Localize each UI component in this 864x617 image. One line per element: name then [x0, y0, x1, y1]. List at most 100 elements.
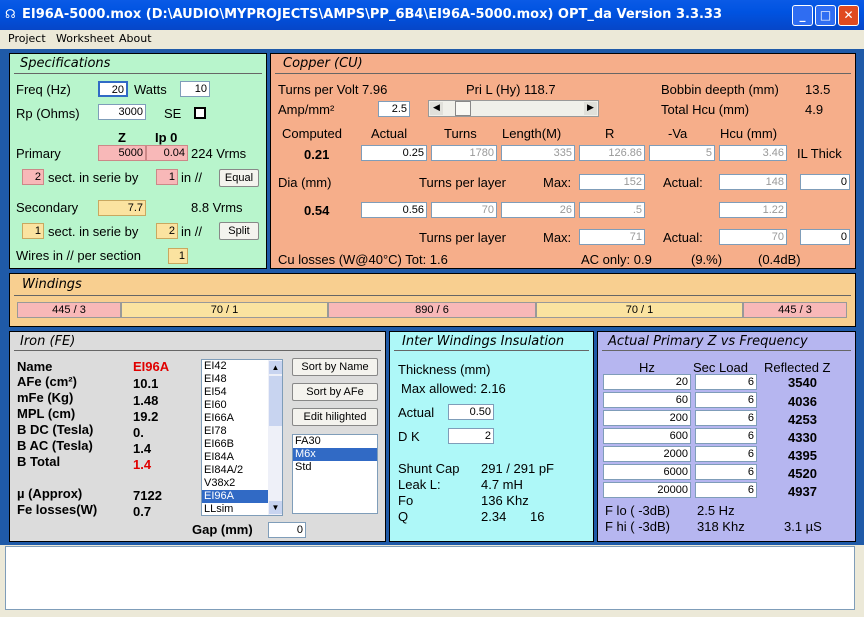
- specifications-title: Specifications: [20, 56, 111, 71]
- wires-label: Wires in // per section: [16, 248, 141, 263]
- material-list-item[interactable]: FA30: [293, 435, 377, 448]
- fhi-value: 318 Khz: [697, 519, 745, 534]
- primary-sect-input[interactable]: 2: [22, 169, 44, 185]
- gap-label: Gap (mm): [192, 522, 253, 537]
- material-list-item-selected[interactable]: M6x: [293, 448, 377, 461]
- minimize-button[interactable]: _: [792, 5, 813, 26]
- freq-hz-input[interactable]: 2000: [603, 446, 691, 462]
- iron-title: Iron (FE): [20, 334, 76, 349]
- primary-sect-text: sect. in serie by: [48, 170, 139, 185]
- sort-by-afe-button[interactable]: Sort by AFe: [292, 383, 378, 401]
- secondary-computed: 0.54: [304, 203, 330, 218]
- secondary-z-input[interactable]: 7.7: [98, 200, 146, 216]
- menu-about[interactable]: About: [119, 32, 152, 45]
- sec-load-input[interactable]: 6: [695, 482, 757, 498]
- sort-by-name-button[interactable]: Sort by Name: [292, 358, 378, 376]
- turns-header: Turns: [444, 126, 477, 141]
- secondary-max-label: Max:: [543, 230, 572, 245]
- afe-label: AFe (cm²): [17, 374, 77, 389]
- menu-worksheet[interactable]: Worksheet: [56, 32, 114, 45]
- actual-header: Actual: [371, 126, 408, 141]
- freq-input[interactable]: 20: [98, 81, 128, 97]
- ac-only: AC only: 0.9: [581, 252, 652, 267]
- scroll-thumb[interactable]: [269, 376, 282, 426]
- freq-hz-input[interactable]: 20000: [603, 482, 691, 498]
- dk-input[interactable]: 2: [448, 428, 494, 444]
- secondary-actual-input[interactable]: 0.56: [361, 202, 427, 218]
- freq-hz-input[interactable]: 6000: [603, 464, 691, 480]
- core-list[interactable]: EI42 EI48 EI54 EI60 EI66A EI78 EI66B EI8…: [201, 359, 283, 516]
- rp-input[interactable]: 3000: [98, 104, 146, 120]
- material-list[interactable]: FA30 M6x Std: [292, 434, 378, 514]
- close-button[interactable]: ✕: [838, 5, 859, 26]
- btotal-value: 1.4: [133, 457, 152, 472]
- winding-cell: 445 / 3: [743, 302, 847, 318]
- freq-response-title: Actual Primary Z vs Frequency: [608, 334, 808, 349]
- freq-hz-input[interactable]: 200: [603, 410, 691, 426]
- secondary-il-input[interactable]: 0: [800, 229, 850, 245]
- bobbin-value: 13.5: [805, 82, 831, 97]
- ip0-header: Ip 0: [155, 130, 178, 145]
- thickness-label: Thickness (mm): [398, 362, 491, 377]
- sec-load-input[interactable]: 6: [695, 410, 757, 426]
- insulation-actual-input[interactable]: 0.50: [448, 404, 494, 420]
- sec-load-input[interactable]: 6: [695, 374, 757, 390]
- se-checkbox[interactable]: [194, 107, 206, 119]
- scroll-down-arrow[interactable]: ▼: [269, 501, 282, 514]
- edit-hilighted-button[interactable]: Edit hilighted: [292, 408, 378, 426]
- il-thick-header: IL Thick: [797, 146, 842, 161]
- sec-load-input[interactable]: 6: [695, 392, 757, 408]
- primary-par-input[interactable]: 1: [156, 169, 178, 185]
- primary-z-input[interactable]: 5000: [98, 145, 146, 161]
- primary-ip0-input[interactable]: 0.04: [146, 145, 188, 161]
- amp-input[interactable]: 2.5: [378, 101, 410, 117]
- core-list-scrollbar[interactable]: ▲ ▼: [268, 360, 282, 515]
- wires-input[interactable]: 1: [168, 248, 188, 264]
- freq-hz-input[interactable]: 60: [603, 392, 691, 408]
- title-bar: ☊ EI96A-5000.mox (D:\AUDIO\MYPROJECTS\AM…: [0, 0, 864, 30]
- notes-textarea[interactable]: [5, 546, 855, 610]
- windings-panel: Windings: [9, 273, 856, 327]
- winding-cell: 70 / 1: [536, 302, 743, 318]
- reflected-z-header: Reflected Z: [764, 360, 831, 375]
- freq-hz-input[interactable]: 20: [603, 374, 691, 390]
- secondary-par-input[interactable]: 2: [156, 223, 178, 239]
- ac-db: (0.4dB): [758, 252, 801, 267]
- gap-input[interactable]: 0: [268, 522, 306, 538]
- amp-slider[interactable]: ◀ ▶: [428, 100, 599, 117]
- slider-right-arrow[interactable]: ▶: [584, 102, 597, 115]
- primary-turns: 1780: [431, 145, 497, 161]
- secondary-sect-input[interactable]: 1: [22, 223, 44, 239]
- scroll-up-arrow[interactable]: ▲: [269, 361, 282, 374]
- equal-button[interactable]: Equal: [219, 169, 259, 187]
- primary-hcu: 3.46: [719, 145, 787, 161]
- sec-load-input[interactable]: 6: [695, 428, 757, 444]
- material-list-item[interactable]: Std: [293, 461, 377, 474]
- reflected-z-value: 4036: [788, 394, 817, 409]
- mfe-value: 1.48: [133, 393, 159, 408]
- mu-value: 7122: [133, 488, 162, 503]
- split-button[interactable]: Split: [219, 222, 259, 240]
- primary-il-input[interactable]: 0: [800, 174, 850, 190]
- primary-r: 126.86: [579, 145, 645, 161]
- slider-thumb[interactable]: [455, 101, 471, 116]
- secondary-sect-text: sect. in serie by: [48, 224, 139, 239]
- reflected-z-value: 3540: [788, 375, 817, 390]
- z-header: Z: [118, 130, 126, 145]
- afe-value: 10.1: [133, 376, 159, 391]
- watts-input[interactable]: 10: [180, 81, 210, 97]
- menu-project[interactable]: Project: [8, 32, 46, 45]
- primary-actual-label: Actual:: [663, 175, 703, 190]
- primary-va: 5: [649, 145, 715, 161]
- fo-label: Fo: [398, 493, 414, 508]
- sec-load-input[interactable]: 6: [695, 464, 757, 480]
- menu-bar: Project Worksheet About: [0, 30, 864, 49]
- slider-left-arrow[interactable]: ◀: [430, 102, 443, 115]
- se-label: SE: [164, 106, 182, 121]
- bobbin-label: Bobbin deepth (mm): [661, 82, 779, 97]
- primary-actual-input[interactable]: 0.25: [361, 145, 427, 161]
- flo-label: F lo ( -3dB): [605, 503, 671, 518]
- maximize-button[interactable]: □: [815, 5, 836, 26]
- sec-load-input[interactable]: 6: [695, 446, 757, 462]
- freq-hz-input[interactable]: 600: [603, 428, 691, 444]
